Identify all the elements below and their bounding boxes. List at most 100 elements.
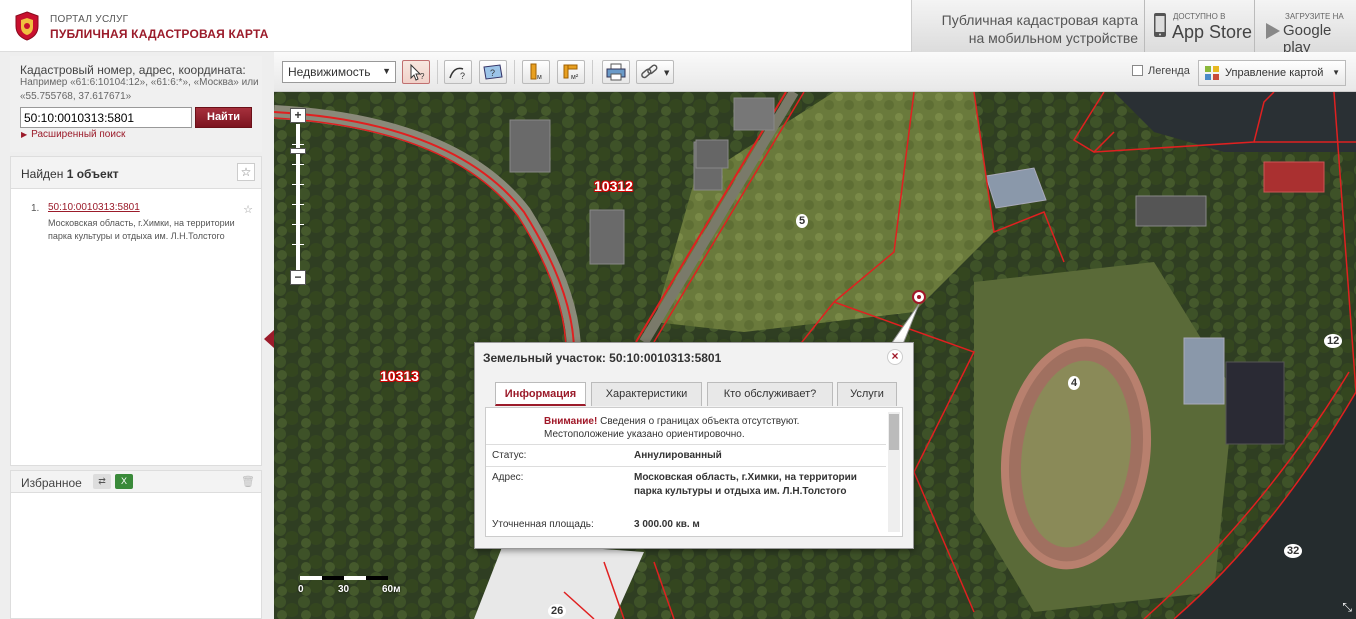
area-ruler-icon: м² [563,64,579,81]
result-number: 1. [31,203,40,214]
googleplay-label: Google play [1283,22,1332,56]
toolbar-separator [437,60,438,84]
parcel-label[interactable]: 5 [796,214,809,228]
scale-segment [366,576,388,580]
svg-text:?: ? [490,68,495,78]
tab-characteristics[interactable]: Характеристики [591,382,702,406]
zoom-tick [292,144,304,145]
googleplay-small: Загрузите на [1285,12,1344,21]
advanced-search-link[interactable]: ▶ Расширенный поиск [21,129,125,140]
legend-toggle[interactable]: Легенда [1132,65,1190,77]
object-popup: Земельный участок: 50:10:0010313:5801 × … [474,342,914,549]
svg-text:?: ? [420,72,425,81]
zoom-handle[interactable] [290,148,306,154]
zoom-out-button[interactable]: − [290,270,306,285]
popup-content: Внимание! Сведения о границах объекта от… [485,407,903,537]
measure-query-button[interactable]: ? [444,60,472,84]
export-icon[interactable]: ⇄ [93,474,111,489]
googleplay-icon [1266,23,1280,39]
search-hint: Например «61:6:10104:12», «61:6:*», «Мос… [20,77,259,102]
find-button[interactable]: Найти [195,107,252,128]
tab-services[interactable]: Услуги [837,382,897,406]
popup-title: Земельный участок: 50:10:0010313:5801 [483,351,722,365]
svg-text:м²: м² [571,74,579,81]
appstore-button[interactable]: Доступно в App Store [1144,0,1254,52]
scale-bar: 0 30 60м [298,576,401,596]
layer-select[interactable]: Недвижимость ▼ [282,61,396,83]
popup-scrollbar[interactable] [888,412,900,532]
caret-down-icon: ▼ [382,66,391,76]
favorites-title: Избранное [21,476,82,490]
area-key: Уточненная площадь: [492,519,594,530]
cursor-question-icon: ? [410,63,425,81]
scale-label-30: 30 [338,584,350,595]
tab-information[interactable]: Информация [495,382,586,406]
scale-label-60: 60м [382,584,401,595]
resize-icon[interactable]: ⤡ [1342,600,1352,615]
results-title: Найден 1 объект [21,167,119,181]
star-icon[interactable]: ☆ [237,163,255,181]
tab-who-serves[interactable]: Кто обслуживает? [707,382,833,406]
search-input[interactable] [20,107,192,128]
appstore-label: App Store [1172,22,1253,42]
scale-segment [344,576,366,580]
search-title: Кадастровый номер, адрес, координата: [20,63,246,77]
block-label[interactable]: 10312 [594,178,633,194]
results-panel: Найден 1 объект ☆ 1. 50:10:0010313:5801 … [10,156,262,466]
results-header: Найден 1 объект ☆ [11,157,261,189]
favorites-header: Избранное ⇄ X 🗑 [11,471,261,493]
collapse-panel-icon[interactable] [264,330,274,348]
close-icon[interactable]: × [887,349,903,365]
zoom-in-button[interactable]: + [290,108,306,123]
printer-icon [606,63,626,81]
link-button[interactable]: ▼ [636,60,674,84]
map-toolbar: Недвижимость ▼ ? ? ? м м² ▼ Легенда Упра… [274,52,1356,92]
info-row-address: Адрес: Московская область, г.Химки, на т… [486,466,886,516]
scale-label-0: 0 [298,584,304,595]
appstore-small: Доступно в [1173,12,1226,21]
excel-icon[interactable]: X [115,474,133,489]
site-header: ПОРТАЛ УСЛУГ ПУБЛИЧНАЯ КАДАСТРОВАЯ КАРТА… [0,0,1356,56]
scrollbar-thumb[interactable] [889,414,899,450]
map-question-icon: ? [483,64,503,80]
map-control-label: Управление картой [1225,67,1324,79]
address-value: Московская область, г.Химки, на территор… [634,472,857,497]
identify-tool-button[interactable]: ? [402,60,430,84]
scale-segment [322,576,344,580]
result-star-icon[interactable]: ☆ [243,203,253,216]
measure-distance-button[interactable]: м [522,60,550,84]
brand-title[interactable]: ПУБЛИЧНАЯ КАДАСТРОВАЯ КАРТА [50,27,269,41]
area-value: 3 000.00 кв. м [634,519,700,530]
measure-area-button[interactable]: м² [557,60,585,84]
favorites-panel: Избранное ⇄ X 🗑 [10,470,262,619]
address-key: Адрес: [492,472,524,483]
coat-of-arms-icon[interactable] [12,10,42,42]
zoom-tick [292,184,304,185]
parcel-label[interactable]: 4 [1068,376,1081,390]
location-marker[interactable] [912,290,926,304]
grid-icon [1205,66,1219,80]
block-label[interactable]: 10313 [380,368,419,384]
trash-icon[interactable]: 🗑 [241,475,255,488]
legend-checkbox[interactable] [1132,65,1143,76]
scale-segment [300,576,322,580]
area-query-button[interactable]: ? [479,60,507,84]
mobile-promo: Публичная кадастровая карта на мобильном… [911,0,1356,56]
mobile-promo-text[interactable]: Публичная кадастровая карта на мобильном… [922,11,1138,47]
phone-icon [1154,13,1166,37]
status-key: Статус: [492,450,527,461]
zoom-tick [292,224,304,225]
info-row-area: Уточненная площадь: 3 000.00 кв. м [486,514,886,536]
googleplay-button[interactable]: Загрузите на Google play [1254,0,1356,56]
brand-small: ПОРТАЛ УСЛУГ [50,14,129,25]
result-link[interactable]: 50:10:0010313:5801 [48,202,140,213]
zoom-track[interactable] [296,124,300,270]
zoom-tick [292,244,304,245]
curve-question-icon: ? [449,67,465,81]
info-row-status: Статус: Аннулированный [486,444,886,466]
status-value: Аннулированный [634,450,722,461]
print-button[interactable] [602,60,630,84]
map-control-button[interactable]: Управление картой ▼ [1198,60,1346,86]
zoom-tick [292,204,304,205]
caret-down-icon: ▼ [1332,68,1340,77]
